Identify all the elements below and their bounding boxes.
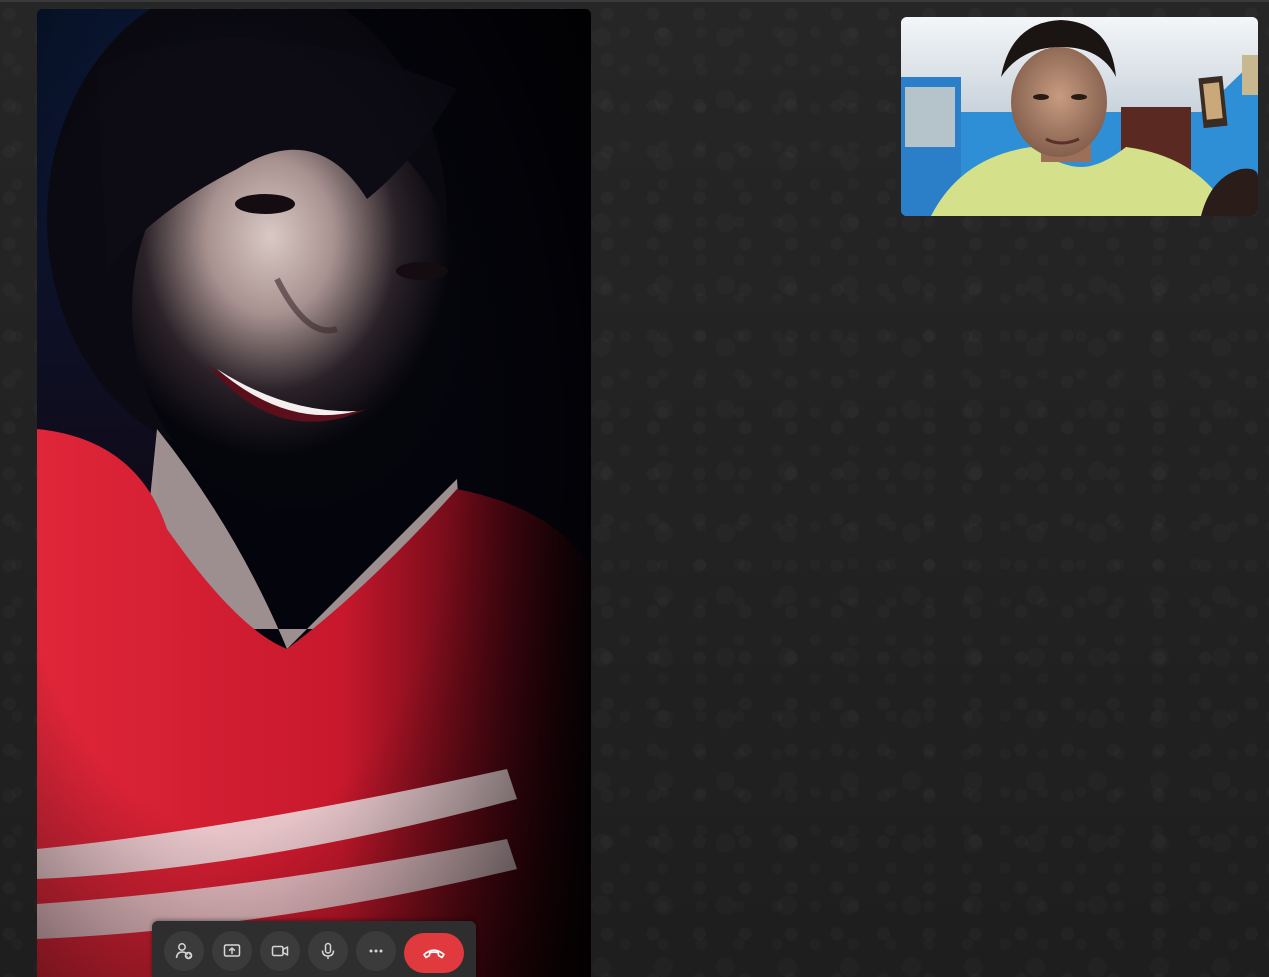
end-call-button[interactable] bbox=[404, 933, 464, 973]
remote-participant-video[interactable] bbox=[37, 9, 591, 977]
remote-video-frame bbox=[37, 9, 591, 977]
self-view-frame bbox=[901, 17, 1258, 216]
more-options-button[interactable] bbox=[356, 931, 396, 971]
microphone-icon bbox=[318, 941, 338, 961]
video-camera-icon bbox=[270, 941, 290, 961]
window-top-border bbox=[0, 0, 1269, 2]
more-options-icon bbox=[366, 941, 386, 961]
add-participant-button[interactable] bbox=[164, 931, 204, 971]
add-person-icon bbox=[174, 941, 194, 961]
self-view-video[interactable] bbox=[901, 17, 1258, 216]
microphone-toggle-button[interactable] bbox=[308, 931, 348, 971]
share-screen-button[interactable] bbox=[212, 931, 252, 971]
video-call-window bbox=[0, 0, 1269, 977]
camera-toggle-button[interactable] bbox=[260, 931, 300, 971]
screen-share-icon bbox=[222, 941, 242, 961]
call-controls-bar bbox=[152, 921, 476, 977]
end-call-icon bbox=[421, 940, 447, 966]
